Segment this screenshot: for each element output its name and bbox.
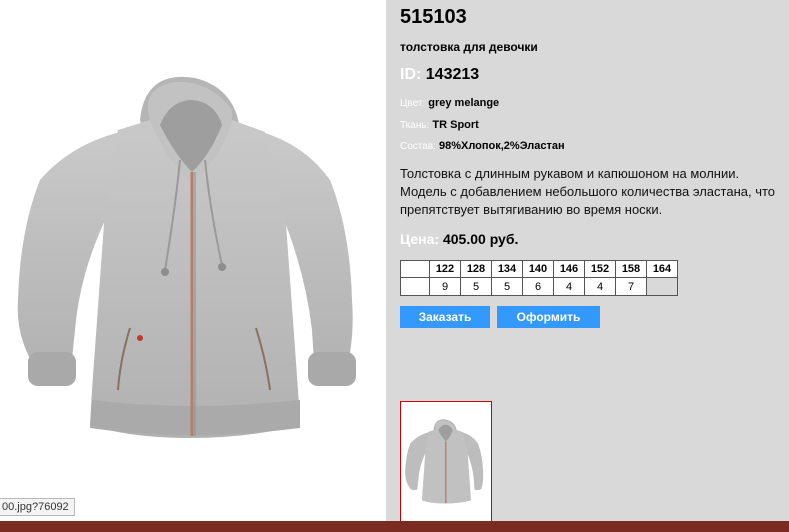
product-description: Толстовка с длинным рукавом и капюшоном …	[400, 166, 776, 217]
product-sku: 515103	[400, 6, 467, 28]
product-id: ID: 143213	[400, 66, 479, 84]
stock-cell[interactable]: 4	[553, 277, 585, 296]
composition-value: 98%Хлопок,2%Эластан	[438, 140, 565, 152]
size-header-cell: 158	[615, 260, 647, 278]
stock-cell[interactable]: 4	[584, 277, 616, 296]
size-corner-cell	[400, 260, 430, 278]
grey-hoodie-thumbnail	[405, 419, 484, 504]
status-url-tooltip: 00.jpg?76092	[0, 498, 75, 516]
grey-hoodie-image[interactable]	[0, 60, 386, 460]
size-stock-row: 9 5 5 6 4 4 7	[400, 277, 678, 296]
product-thumbnail[interactable]	[400, 401, 492, 523]
size-header-cell: 122	[429, 260, 461, 278]
order-button[interactable]: Заказать	[400, 306, 490, 328]
product-fabric: Ткань: TR Sport	[400, 119, 479, 131]
product-color: Цвет: grey melange	[400, 97, 499, 109]
size-header-cell: 128	[460, 260, 492, 278]
fabric-value: TR Sport	[432, 119, 479, 131]
product-subtitle: толстовка для девочки	[400, 40, 538, 54]
stock-cell[interactable]: 5	[460, 277, 492, 296]
product-id-value: 143213	[425, 66, 480, 83]
stock-cell[interactable]: 5	[491, 277, 523, 296]
size-header-cell: 134	[491, 260, 523, 278]
size-header-cell: 164	[646, 260, 678, 278]
stock-cell[interactable]: 6	[522, 277, 554, 296]
checkout-button[interactable]: Оформить	[497, 306, 600, 328]
stock-cell[interactable]: 9	[429, 277, 461, 296]
fabric-label: Ткань:	[400, 120, 430, 131]
product-info-panel: 515103 толстовка для девочки ID: 143213 …	[386, 0, 789, 532]
color-label: Цвет:	[400, 98, 426, 109]
size-header-cell: 140	[522, 260, 554, 278]
stock-cell[interactable]: 7	[615, 277, 647, 296]
color-value: grey melange	[428, 97, 500, 109]
product-image-pane: 00.jpg?76092	[0, 0, 386, 532]
size-header-row: 122 128 134 140 146 152 158 164	[400, 260, 678, 278]
stock-cell-unavailable	[646, 277, 678, 296]
price-value: 405.00 руб.	[442, 231, 519, 247]
bottom-decorative-strip	[0, 521, 789, 532]
product-id-label: ID:	[400, 66, 422, 83]
product-price: Цена: 405.00 руб.	[400, 231, 518, 247]
size-header-cell: 146	[553, 260, 585, 278]
size-stock-table: 122 128 134 140 146 152 158 164 9 5 5 6 …	[400, 260, 678, 296]
product-composition: Состав: 98%Хлопок,2%Эластан	[400, 140, 565, 152]
composition-label: Состав:	[400, 141, 436, 152]
price-label: Цена:	[400, 231, 440, 247]
size-header-cell: 152	[584, 260, 616, 278]
stock-corner-cell	[400, 277, 430, 296]
